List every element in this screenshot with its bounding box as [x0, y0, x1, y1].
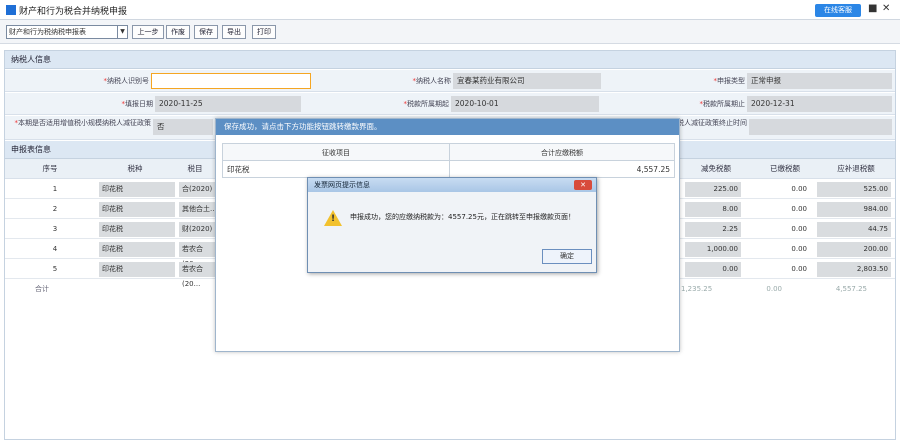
tin-input[interactable] — [151, 73, 311, 89]
row-paid: 0.00 — [791, 245, 807, 253]
summary-col-amount: 合计应缴税额 — [449, 143, 675, 161]
row-owed: 525.00 — [817, 182, 891, 197]
message-box: 发票网页提示信息 ✕ ! 申报成功，您的应缴纳税款为：4557.25元，正在跳转… — [307, 177, 597, 273]
taxpayer-row-1: *纳税人识别号 *纳税人名称 宜春某药业有限公司 *申报类型 正常申报 — [5, 70, 895, 92]
summary-dialog-title: 保存成功，请点击下方功能按钮跳转缴款界面。 — [216, 119, 679, 135]
close-icon[interactable]: ✕ — [882, 3, 890, 14]
row-item[interactable]: 其他合土... — [179, 202, 219, 217]
prev-step-button[interactable]: 上一步 — [132, 25, 164, 39]
total-owed: 4,557.25 — [835, 285, 867, 293]
row-owed: 44.75 — [817, 222, 891, 237]
export-button[interactable]: 导出 — [222, 25, 246, 39]
row-no: 3 — [52, 225, 58, 233]
close-icon[interactable]: ✕ — [574, 180, 592, 190]
row-due: 2.25 — [685, 222, 741, 237]
row-no: 5 — [52, 265, 58, 273]
row-owed: 200.00 — [817, 242, 891, 257]
period-start-value: 2020-10-01 — [451, 96, 599, 112]
summary-col-item: 征收项目 — [222, 143, 450, 161]
row-item[interactable]: 若农合(20... — [179, 242, 219, 268]
form-select[interactable]: 财产和行为税纳税申报表 ▼ — [6, 25, 128, 39]
message-text: 申报成功，您的应缴纳税款为：4557.25元，正在跳转至申报缴款页面！ — [350, 213, 575, 221]
message-title: 发票网页提示信息 — [308, 178, 596, 192]
row-no: 1 — [52, 185, 58, 193]
form-select-value: 财产和行为税纳税申报表 — [9, 28, 86, 36]
ok-button[interactable]: 确定 — [542, 249, 592, 264]
row-tax[interactable]: 印花税 — [99, 222, 175, 237]
total-paid: 0.00 — [766, 285, 782, 293]
pin-icon[interactable]: ■ — [868, 3, 877, 14]
row-owed: 2,803.50 — [817, 262, 891, 277]
col-paid: 已缴税额 — [770, 164, 800, 173]
date-label: *填报日期 — [121, 100, 154, 108]
summary-amount: 4,557.25 — [449, 160, 675, 178]
row-item[interactable]: 合(2020) — [179, 182, 219, 197]
period-end-value: 2020-12-31 — [747, 96, 892, 112]
name-label: *纳税人名称 — [412, 77, 452, 85]
small-value — [749, 119, 892, 135]
title-bar: 财产和行为税合并纳税申报 在线客服 ■ ✕ — [0, 0, 900, 20]
online-service-button[interactable]: 在线客服 — [815, 4, 861, 17]
row-no: 4 — [52, 245, 58, 253]
total-due: 1,235.25 — [681, 285, 713, 293]
total-label: 合计 — [35, 285, 49, 293]
col-owed: 应补退税额 — [837, 164, 875, 173]
row-paid: 0.00 — [791, 225, 807, 233]
row-paid: 0.00 — [791, 265, 807, 273]
taxpayer-section-title: 纳税人信息 — [5, 51, 895, 69]
toolbar: 财产和行为税纳税申报表 ▼ 上一步 作废 保存 导出 打印 — [0, 20, 900, 44]
tin-label: *纳税人识别号 — [103, 77, 150, 85]
taxpayer-row-2: *填报日期 2020-11-25 *税款所属期起 2020-10-01 *税款所… — [5, 93, 895, 115]
row-tax[interactable]: 印花税 — [99, 182, 175, 197]
row-due: 8.00 — [685, 202, 741, 217]
declare-type-value: 正常申报 — [747, 73, 892, 89]
col-due: 减免税额 — [701, 164, 731, 173]
period-start-label: *税款所属期起 — [403, 100, 450, 108]
app-icon — [6, 5, 16, 15]
row-due: 225.00 — [685, 182, 741, 197]
window-title: 财产和行为税合并纳税申报 — [19, 7, 128, 17]
row-tax[interactable]: 印花税 — [99, 262, 175, 277]
row-due: 1,000.00 — [685, 242, 741, 257]
row-due: 0.00 — [685, 262, 741, 277]
col-item: 税目 — [187, 164, 203, 173]
declare-type-label: *申报类型 — [713, 77, 746, 85]
row-item[interactable]: 若农合(20... — [179, 262, 219, 288]
period-end-label: *税款所属期止 — [699, 100, 746, 108]
col-tax: 税种 — [127, 164, 143, 173]
row-paid: 0.00 — [791, 185, 807, 193]
row-tax[interactable]: 印花税 — [99, 202, 175, 217]
reduce-label: *本期是否适用增值税小规模纳税人减征政策 — [14, 119, 152, 127]
print-button[interactable]: 打印 — [252, 25, 276, 39]
row-no: 2 — [52, 205, 58, 213]
col-no: 序号 — [42, 164, 58, 173]
name-value: 宜春某药业有限公司 — [453, 73, 601, 89]
reduce-value[interactable]: 否 — [153, 119, 213, 135]
chevron-down-icon[interactable]: ▼ — [117, 26, 127, 38]
row-owed: 984.00 — [817, 202, 891, 217]
date-value: 2020-11-25 — [155, 96, 301, 112]
summary-item: 印花税 — [222, 160, 450, 178]
void-button[interactable]: 作废 — [166, 25, 190, 39]
row-item[interactable]: 财(2020) — [179, 222, 219, 237]
warning-mark: ! — [331, 214, 336, 224]
row-paid: 0.00 — [791, 205, 807, 213]
save-button[interactable]: 保存 — [194, 25, 218, 39]
row-tax[interactable]: 印花税 — [99, 242, 175, 257]
